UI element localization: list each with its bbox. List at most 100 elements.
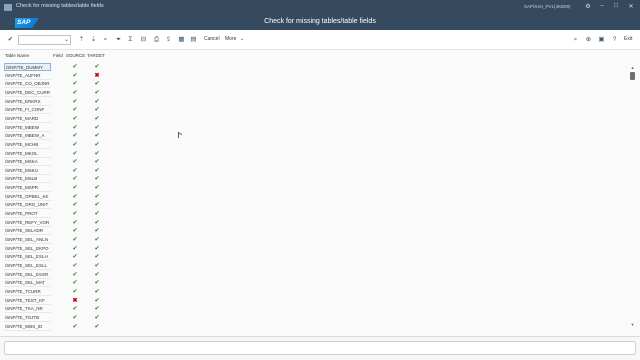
column-header-field[interactable]: Field [53, 53, 63, 58]
table-name-cell[interactable]: /SNP/TE_ERKRS [4, 98, 51, 106]
table-row[interactable]: /SNP/TE_MCHB ✔ ✔ [4, 141, 108, 150]
print-icon[interactable]: ⎙ [152, 35, 161, 44]
table-row[interactable]: /SNP/TE_TKA_NR ✔ ✔ [4, 305, 108, 314]
table-name-cell[interactable]: /SNP/TE_FI_CONF [4, 106, 51, 115]
column-header-source[interactable]: SOURCE [66, 53, 85, 58]
scroll-thumb[interactable] [630, 72, 635, 80]
table-name-cell[interactable]: /SNP/TE_MSKU [4, 167, 51, 175]
table-row[interactable]: /SNP/TE_ORG_UNIT ✔ ✔ [4, 201, 108, 210]
table-name-cell[interactable]: /SNP/TE_MSKA [4, 158, 51, 167]
table-name-cell[interactable]: /SNP/TE_SELADR [4, 227, 51, 236]
table-row[interactable]: /SNP/TE_SELADR ✔ ✔ [4, 227, 108, 236]
scroll-down-icon[interactable]: ▼ [630, 322, 635, 327]
table-name-cell[interactable]: /SNP/TE_PROT [4, 210, 51, 219]
table-name-cell[interactable]: /SNP/TE_TCURR [4, 288, 51, 296]
table-row[interactable]: /SNP/TE_CO_OBJNR ✔ ✔ [4, 80, 108, 89]
enter-checkmark-icon[interactable]: ✔ [6, 35, 15, 44]
export-icon[interactable]: ⇪ [164, 35, 173, 44]
table-name-cell[interactable]: /SNP/TE_MBEW [4, 124, 51, 132]
find-next-icon[interactable]: ⊕ [584, 35, 593, 44]
column-header-table-name[interactable]: Table Name [5, 53, 29, 58]
filter-icon[interactable]: ⏷ [114, 35, 123, 44]
table-row[interactable]: /SNP/TE_MSKA ✔ ✔ [4, 158, 108, 167]
window-title: Check for missing tables/table fields [16, 3, 104, 9]
table-row[interactable]: /SNP/TE_REFY_VOR ✔ ✔ [4, 219, 108, 228]
table-name-cell[interactable]: /SNP/TE_REFY_VOR [4, 219, 51, 227]
table-row[interactable]: /SNP/TE_TOJTB ✔ ✔ [4, 314, 108, 323]
bookmark-icon[interactable]: ▣ [597, 35, 606, 44]
table-name-cell[interactable]: /SNP/TE_DEC_CURR [4, 89, 51, 97]
table-row[interactable]: /SNP/TE_MSKU ✔ ✔ [4, 167, 108, 176]
table-row[interactable]: /SNP/TE_MBEW_A ✔ ✔ [4, 132, 108, 141]
table-row[interactable]: /SNP/TE_DUMMY ✔ ✔ [4, 63, 108, 72]
sort-ascending-icon[interactable]: ⇡ [77, 35, 86, 44]
table-row[interactable]: /SNP/TE_SEL_ANLN ✔ ✔ [4, 236, 108, 245]
table-row[interactable]: /SNP/TE_SEL_EKPO ✔ ✔ [4, 245, 108, 254]
command-field[interactable]: ⌄ [18, 35, 71, 45]
table-name-cell[interactable]: /SNP/TE_MKOL [4, 150, 51, 158]
table-name-cell[interactable]: /SNP/TE_OPBEL_KK [4, 193, 51, 201]
table-name-cell[interactable]: /SNP/TE_SEL_EKPO [4, 245, 51, 253]
table-name-cell[interactable]: /SNP/TE_SEL_MAT [4, 279, 51, 288]
column-header-target[interactable]: TARGET [87, 53, 105, 58]
table-name-cell[interactable]: /SNP/TE_MSLB [4, 175, 51, 184]
table-row[interactable]: /SNP/TE_PROT ✔ ✔ [4, 210, 108, 219]
sum-icon[interactable]: Σ [126, 35, 135, 44]
scroll-up-icon[interactable]: ▲ [630, 65, 635, 70]
table-row[interactable]: /SNP/TE_SEL_ESLH ✔ ✔ [4, 253, 108, 262]
target-check-icon: ✔ [94, 297, 100, 304]
table-name-cell[interactable]: /SNP/TE_MARD [4, 115, 51, 123]
table-row[interactable]: /SNP/TE_MARD ✔ ✔ [4, 115, 108, 124]
chevron-down-icon[interactable]: ⌄ [64, 36, 69, 44]
table-row[interactable]: /SNP/TE_SEL_ESLL ✔ ✔ [4, 262, 108, 271]
table-name-cell[interactable]: /SNP/TE_AUFNR [4, 72, 51, 80]
table-row[interactable]: /SNP/TE_TCURR ✔ ✔ [4, 288, 108, 297]
target-check-icon: ✔ [94, 107, 100, 114]
table-row[interactable]: /SNP/TE_AUFNR ✔ ✖ [4, 72, 108, 81]
table-name-cell[interactable]: /SNP/TE_TKA_NR [4, 305, 51, 314]
table-name-cell[interactable]: /SNP/TE_MBEW_A [4, 132, 51, 141]
table-row[interactable]: /SNP/TE_MBEW ✔ ✔ [4, 124, 108, 133]
table-name-cell[interactable]: /SNP/TE_ORG_UNIT [4, 201, 51, 210]
search-icon[interactable]: ⌕ [571, 35, 580, 44]
settings-icon[interactable]: ⚙ [583, 3, 593, 10]
table-row[interactable]: /SNP/TE_SEL_MAT ✔ ✔ [4, 279, 108, 288]
help-icon[interactable]: ? [610, 35, 619, 44]
table-name-cell[interactable]: /SNP/TE_SEL_ESLL [4, 262, 51, 270]
layout-icon[interactable]: ▦ [177, 35, 186, 44]
table-row[interactable]: /SNP/TE_OPBEL_KK ✔ ✔ [4, 193, 108, 202]
table-row[interactable]: /SNP/TE_MKOL ✔ ✔ [4, 150, 108, 159]
table-row[interactable]: /SNP/TE_SEL_ESSR ✔ ✔ [4, 271, 108, 280]
table-name-cell[interactable]: /SNP/TE_DUMMY [4, 63, 51, 71]
table-name-cell[interactable]: /SNP/TE_MCHB [4, 141, 51, 149]
table-row[interactable]: /SNP/TE_DEC_CURR ✔ ✔ [4, 89, 108, 98]
cancel-button[interactable]: Cancel [204, 36, 220, 42]
maximize-icon[interactable]: □ [611, 3, 621, 9]
graphic-icon[interactable]: ▤ [189, 35, 198, 44]
table-name-cell[interactable]: /SNP/TE_SEL_ESLH [4, 253, 51, 262]
table-row[interactable]: /SNP/TE_WBS_ID ✔ ✔ [4, 323, 108, 332]
vertical-scrollbar[interactable]: ▲ ▼ [630, 65, 635, 327]
source-check-icon: ✔ [72, 89, 78, 96]
sort-descending-icon[interactable]: ⇣ [89, 35, 98, 44]
table-row[interactable]: /SNP/TE_MSLB ✔ ✔ [4, 175, 108, 184]
table-name-cell[interactable]: /SNP/TE_WBS_ID [4, 323, 51, 331]
exit-button[interactable]: Exit [624, 36, 632, 42]
subtotal-icon[interactable]: ⊟ [139, 35, 148, 44]
table-name-cell[interactable]: /SNP/TE_SEL_ESSR [4, 271, 51, 279]
table-name-cell[interactable]: /SNP/TE_SEL_ANLN [4, 236, 51, 244]
close-icon[interactable]: ✕ [626, 3, 636, 10]
find-icon[interactable]: ⌕ [101, 35, 110, 44]
table-name-cell[interactable]: /SNP/TE_TEST_KF [4, 297, 51, 305]
table-row[interactable]: /SNP/TE_FI_CONF ✔ ✔ [4, 106, 108, 115]
target-check-icon: ✔ [94, 271, 100, 278]
table-row[interactable]: /SNP/TE_TEST_KF ✖ ✔ [4, 297, 108, 306]
more-chevron-icon[interactable]: ⌄ [240, 36, 244, 42]
table-name-cell[interactable]: /SNP/TE_MSPR [4, 184, 51, 193]
table-row[interactable]: /SNP/TE_MSPR ✔ ✔ [4, 184, 108, 193]
more-menu[interactable]: More [225, 36, 236, 42]
minimize-icon[interactable]: – [597, 3, 607, 9]
table-name-cell[interactable]: /SNP/TE_TOJTB [4, 314, 51, 322]
table-row[interactable]: /SNP/TE_ERKRS ✔ ✔ [4, 98, 108, 107]
table-name-cell[interactable]: /SNP/TE_CO_OBJNR [4, 80, 51, 89]
